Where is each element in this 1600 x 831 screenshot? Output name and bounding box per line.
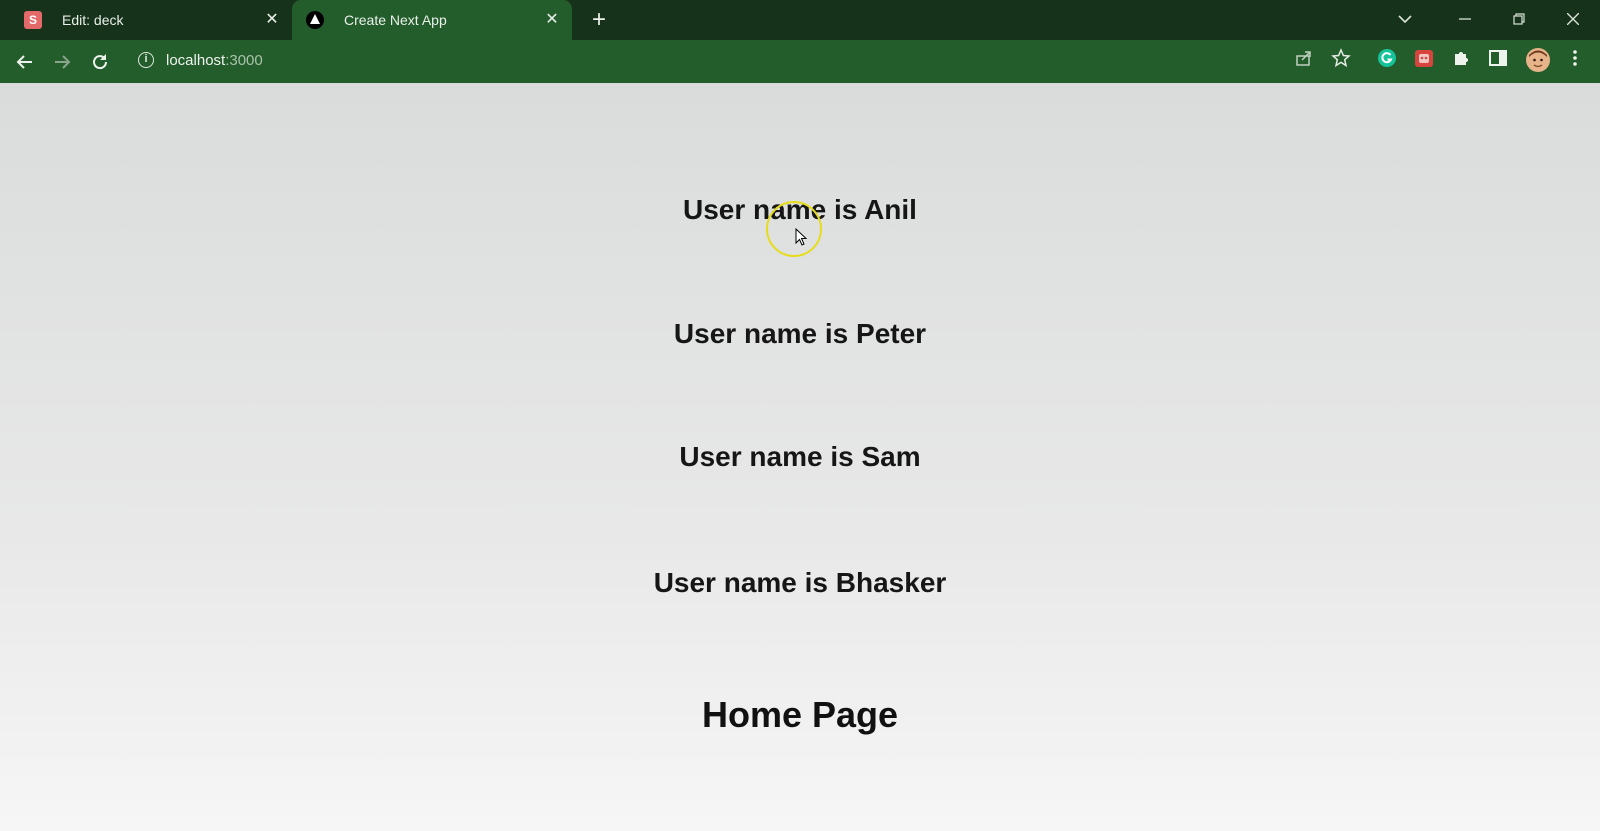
extension-red-icon[interactable]: [1414, 48, 1438, 72]
tab-title: Create Next App: [344, 12, 447, 28]
bookmark-star-icon[interactable]: [1331, 48, 1355, 72]
reload-icon: [93, 54, 108, 70]
forward-arrow-icon: [55, 55, 71, 69]
address-bar[interactable]: i localhost:3000: [130, 46, 1360, 76]
profile-avatar[interactable]: [1526, 48, 1550, 72]
user-name-bhasker: User name is Bhasker: [653, 567, 947, 598]
side-panel-icon[interactable]: [1488, 48, 1512, 72]
address-url: localhost:3000: [166, 52, 263, 69]
share-icon[interactable]: [1294, 48, 1318, 72]
user-name-sam: User name is Sam: [679, 441, 921, 472]
tab-strip: S Edit: deck ✕ Create Next App ✕ +: [0, 0, 1600, 40]
extensions-puzzle-icon[interactable]: [1451, 48, 1475, 72]
slides-favicon-icon: S: [24, 11, 42, 29]
site-info-icon[interactable]: i: [138, 52, 154, 68]
minimize-icon[interactable]: [1442, 0, 1488, 40]
tab-title: Edit: deck: [62, 12, 124, 28]
close-tab-icon[interactable]: ✕: [262, 0, 282, 40]
forward-button[interactable]: [47, 47, 77, 77]
cursor-highlight-ring: [766, 201, 822, 257]
browser-toolbar: i localhost:3000: [0, 40, 1600, 83]
nextjs-favicon-icon: [306, 11, 324, 29]
back-arrow-icon: [16, 55, 32, 69]
close-window-icon[interactable]: [1550, 0, 1596, 40]
tab-edit-deck[interactable]: S Edit: deck ✕: [10, 0, 292, 40]
tab-create-next-app[interactable]: Create Next App ✕: [292, 0, 572, 40]
close-tab-icon[interactable]: ✕: [542, 0, 562, 40]
home-page-title: Home Page: [701, 694, 899, 735]
back-button[interactable]: [10, 47, 40, 77]
grammarly-icon[interactable]: [1377, 48, 1401, 72]
reload-button[interactable]: [85, 47, 115, 77]
tab-search-chevron-icon[interactable]: [1382, 0, 1428, 40]
restore-icon[interactable]: [1496, 0, 1542, 40]
mouse-cursor-icon: [795, 228, 807, 246]
more-menu-icon[interactable]: [1568, 48, 1582, 72]
user-name-peter: User name is Peter: [673, 318, 927, 349]
new-tab-button[interactable]: +: [586, 6, 612, 34]
